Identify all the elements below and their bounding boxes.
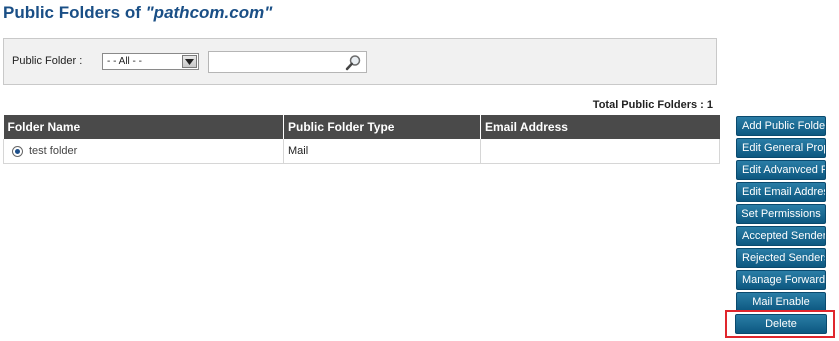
- column-header-email-address: Email Address: [480, 115, 720, 139]
- accepted-senders-button[interactable]: Accepted Senders: [736, 226, 826, 246]
- folder-name: test folder: [29, 145, 78, 158]
- page-title: Public Folders of "pathcom.com": [3, 3, 272, 23]
- public-folder-select-value: - - All - -: [107, 56, 142, 67]
- total-public-folders: Total Public Folders : 1: [592, 99, 713, 111]
- chevron-down-icon[interactable]: [182, 55, 197, 68]
- public-folder-select[interactable]: - - All - -: [102, 53, 199, 70]
- rejected-senders-button[interactable]: Rejected Senders: [736, 248, 826, 268]
- manage-forwarding-button[interactable]: Manage Forwarding: [736, 270, 826, 290]
- edit-general-properties-button[interactable]: Edit General Properties: [736, 138, 826, 158]
- search-input[interactable]: [211, 54, 341, 70]
- folder-name-cell: test folder: [3, 139, 284, 164]
- column-header-folder-name: Folder Name: [3, 115, 284, 139]
- table-header-row: Folder Name Public Folder Type Email Add…: [3, 115, 720, 139]
- set-permissions-button[interactable]: Set Permissions: [736, 204, 826, 224]
- edit-email-addresses-button[interactable]: Edit Email Addresses: [736, 182, 826, 202]
- email-address-cell: [480, 139, 720, 164]
- add-public-folder-button[interactable]: Add Public Folder: [736, 116, 826, 136]
- search-icon[interactable]: [345, 54, 362, 71]
- delete-button[interactable]: Delete: [735, 314, 827, 334]
- folder-radio-button[interactable]: [12, 145, 23, 157]
- table-row[interactable]: test folder Mail: [3, 139, 720, 164]
- action-buttons-panel: Add Public Folder Edit General Propertie…: [736, 116, 826, 314]
- edit-advanced-properties-button[interactable]: Edit Advanvced Properties: [736, 160, 826, 180]
- filter-panel: Public Folder : - - All - -: [3, 38, 717, 85]
- public-folders-table: Folder Name Public Folder Type Email Add…: [3, 115, 720, 164]
- public-folder-label: Public Folder :: [12, 55, 83, 67]
- search-field[interactable]: [208, 51, 367, 73]
- folder-type-cell: Mail: [283, 139, 481, 164]
- mail-enable-button[interactable]: Mail Enable: [736, 292, 826, 312]
- column-header-folder-type: Public Folder Type: [283, 115, 481, 139]
- page-title-prefix: Public Folders of: [3, 3, 146, 22]
- page-title-domain: "pathcom.com": [145, 3, 273, 22]
